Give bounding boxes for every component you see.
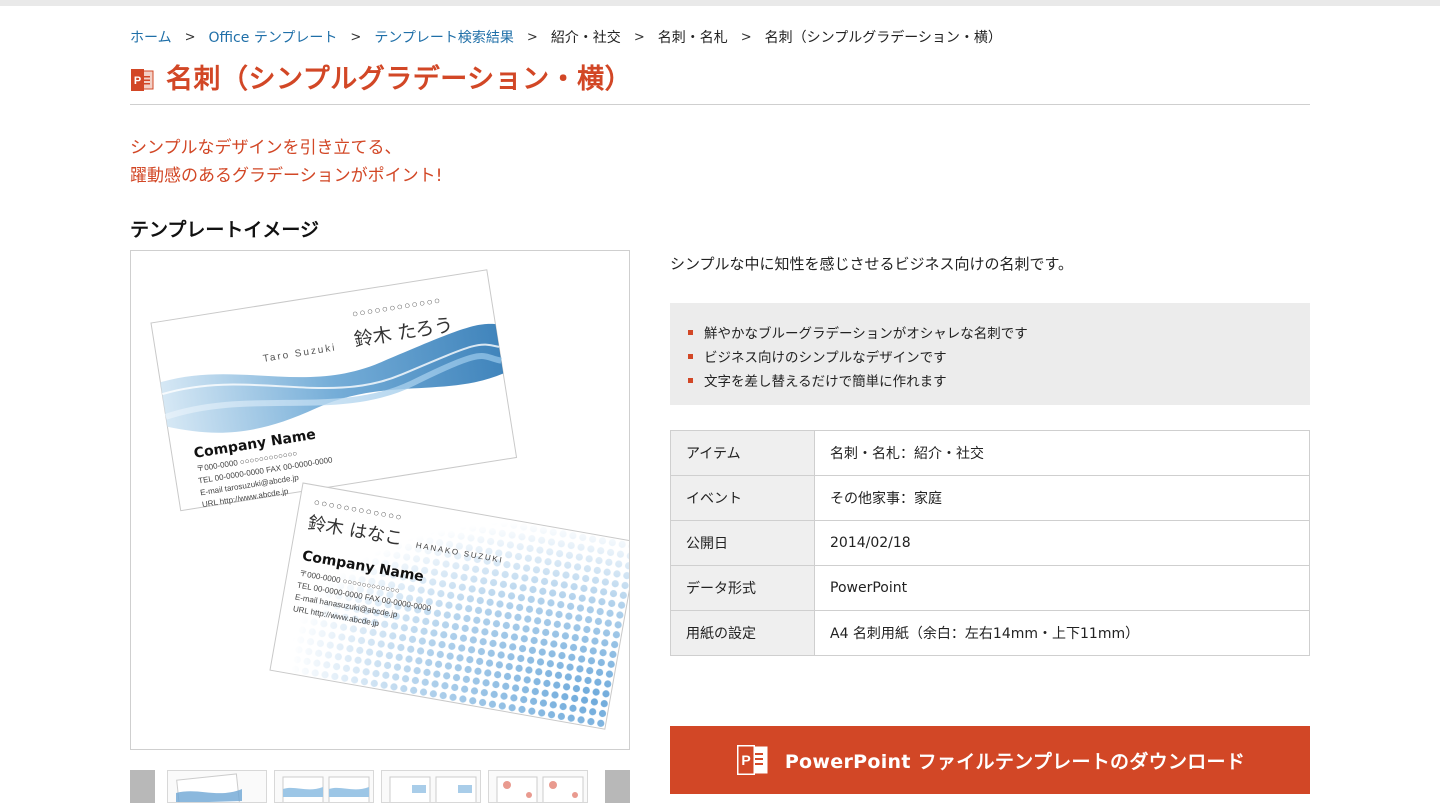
- table-row: アイテム 名刺・名札：紹介・社交: [670, 430, 1310, 476]
- page-title: 名刺（シンプルグラデーション・横）: [166, 64, 633, 95]
- info-value: 2014/02/18: [814, 520, 1310, 566]
- info-value: 名刺・名札：紹介・社交: [814, 430, 1310, 476]
- breadcrumb: ホーム > Office テンプレート > テンプレート検索結果 > 紹介・社交…: [130, 27, 1002, 47]
- thumbnail-2[interactable]: [274, 770, 374, 803]
- table-row: データ形式 PowerPoint: [670, 565, 1310, 611]
- breadcrumb-separator: >: [184, 29, 196, 45]
- thumbnail-4[interactable]: [488, 770, 588, 803]
- table-row: 用紙の設定 A4 名刺用紙（余白：左右14mm・上下11mm）: [670, 610, 1310, 656]
- template-preview-image: ○○○○○○○○○○○○ Taro Suzuki 鈴木 たろう Company …: [130, 250, 630, 750]
- template-info-table: アイテム 名刺・名札：紹介・社交 イベント その他家事：家庭 公開日 2014/…: [670, 430, 1310, 656]
- breadcrumb-home[interactable]: ホーム: [130, 27, 172, 47]
- info-key: イベント: [670, 475, 815, 521]
- catch-copy: シンプルなデザインを引き立てる、 躍動感のあるグラデーションがポイント!: [130, 134, 442, 190]
- breadcrumb-office-templates[interactable]: Office テンプレート: [209, 27, 338, 47]
- template-description: シンプルな中に知性を感じさせるビジネス向けの名刺です。: [670, 255, 1074, 273]
- info-key: 用紙の設定: [670, 610, 815, 656]
- feature-list: 鮮やかなブルーグラデーションがオシャレな名刺です ビジネス向けのシンプルなデザイ…: [670, 303, 1310, 405]
- business-card-preview: ○○○○○○○○○○○○ Taro Suzuki 鈴木 たろう Company …: [150, 269, 629, 730]
- breadcrumb-search-results[interactable]: テンプレート検索結果: [374, 27, 514, 47]
- download-button-label: PowerPoint ファイルテンプレートのダウンロード: [784, 750, 1246, 773]
- svg-text:P: P: [741, 752, 750, 768]
- info-key: アイテム: [670, 430, 815, 476]
- breadcrumb-separator: >: [633, 29, 645, 45]
- template-image-heading: テンプレートイメージ: [130, 219, 320, 241]
- thumbnail-3[interactable]: [381, 770, 481, 803]
- powerpoint-icon: P: [130, 68, 154, 92]
- thumbnail-next-button[interactable]: [605, 770, 630, 803]
- thumbnail-1[interactable]: [167, 770, 267, 803]
- table-row: 公開日 2014/02/18: [670, 520, 1310, 566]
- catch-line-1: シンプルなデザインを引き立てる、: [130, 138, 402, 158]
- feature-item: ビジネス向けのシンプルなデザインです: [688, 344, 1310, 368]
- breadcrumb-separator: >: [350, 29, 362, 45]
- breadcrumb-category: 紹介・社交: [550, 30, 621, 46]
- feature-text: ビジネス向けのシンプルなデザインです: [704, 350, 947, 366]
- info-value: A4 名刺用紙（余白：左右14mm・上下11mm）: [814, 610, 1310, 656]
- breadcrumb-subcategory: 名刺・名札: [657, 30, 728, 46]
- info-value: PowerPoint: [814, 565, 1310, 611]
- thumbnail-prev-button[interactable]: [130, 770, 155, 803]
- thumbnail-strip: [130, 770, 630, 803]
- download-button[interactable]: P PowerPoint ファイルテンプレートのダウンロード: [670, 726, 1310, 794]
- bullet-icon: [688, 353, 693, 359]
- catch-line-2: 躍動感のあるグラデーションがポイント!: [130, 166, 443, 186]
- info-key: 公開日: [670, 520, 815, 566]
- bullet-icon: [688, 377, 693, 383]
- breadcrumb-separator: >: [740, 29, 752, 45]
- feature-text: 文字を差し替えるだけで簡単に作れます: [704, 374, 947, 390]
- table-row: イベント その他家事：家庭: [670, 475, 1310, 521]
- feature-text: 鮮やかなブルーグラデーションがオシャレな名刺です: [704, 326, 1028, 342]
- top-bar: [0, 0, 1440, 6]
- powerpoint-icon: P: [735, 743, 769, 777]
- feature-item: 鮮やかなブルーグラデーションがオシャレな名刺です: [688, 320, 1310, 344]
- svg-text:P: P: [134, 75, 141, 87]
- bullet-icon: [688, 329, 693, 335]
- info-value: その他家事：家庭: [814, 475, 1310, 521]
- breadcrumb-separator: >: [526, 29, 538, 45]
- title-row: P 名刺（シンプルグラデーション・横）: [130, 60, 1310, 105]
- breadcrumb-current: 名刺（シンプルグラデーション・横）: [764, 30, 1002, 46]
- info-key: データ形式: [670, 565, 815, 611]
- feature-item: 文字を差し替えるだけで簡単に作れます: [688, 368, 1310, 392]
